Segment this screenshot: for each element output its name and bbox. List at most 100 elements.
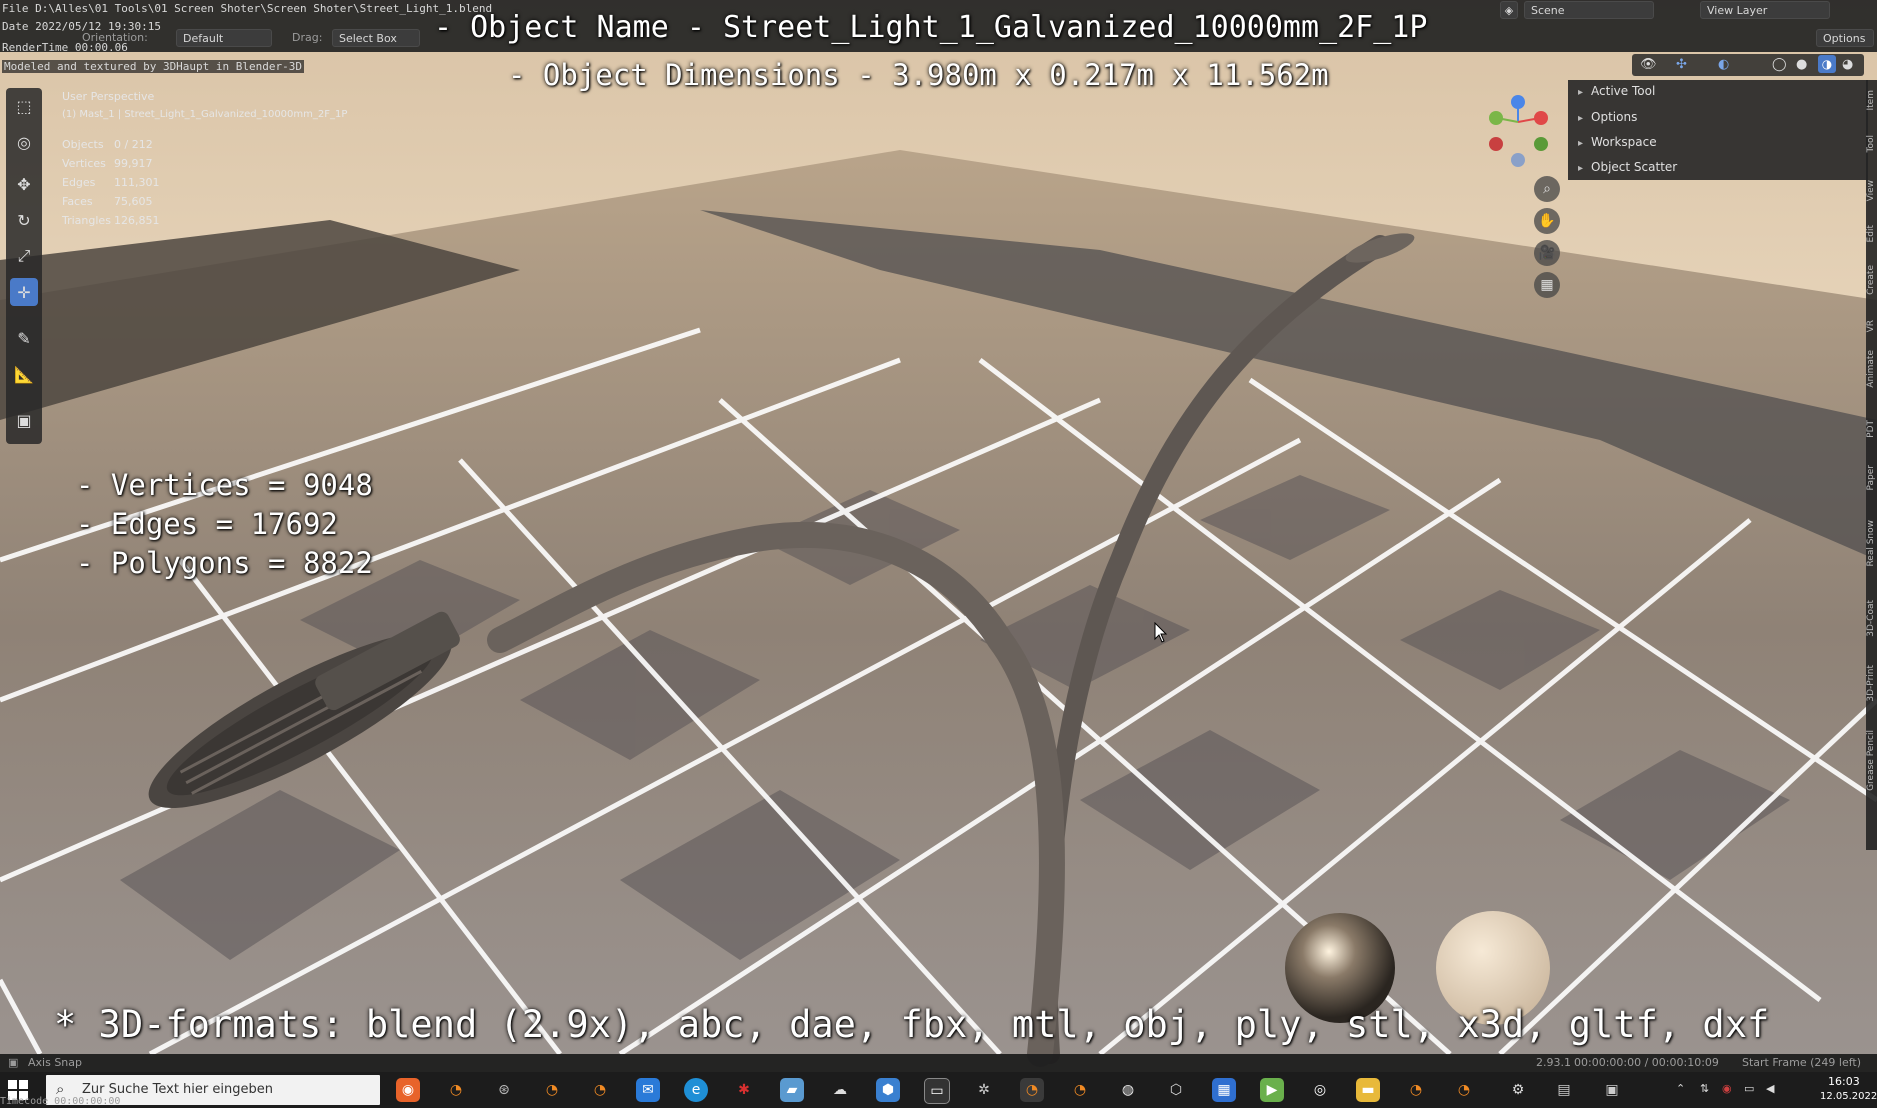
rendered-shading-icon[interactable]: ◕ xyxy=(1842,57,1853,72)
status-bar: ▣ Axis Snap 2.93.1 00:00:00:00 / 00:00:1… xyxy=(0,1054,1877,1072)
transform-tool-icon[interactable]: ✛ xyxy=(10,278,38,306)
app-panda-icon[interactable]: ◍ xyxy=(1116,1078,1140,1102)
version-label: 2.93.1 xyxy=(1536,1056,1571,1069)
view-layer-selector[interactable]: View Layer xyxy=(1700,1,1830,19)
terminal-icon[interactable]: ▭ xyxy=(924,1078,950,1104)
polygons-overlay: - Polygons = 8822 xyxy=(76,546,373,580)
sidebar-tabs: Item Tool View Edit Create VR Animate PD… xyxy=(1866,80,1877,850)
tab-real-snow[interactable]: Real Snow xyxy=(1866,520,1877,567)
tab-3d-print[interactable]: 3D-Print xyxy=(1866,665,1877,702)
scene-icon[interactable]: ◈ xyxy=(1500,1,1518,19)
panel-object-scatter[interactable]: Object Scatter xyxy=(1578,160,1677,174)
blender-icon[interactable]: ◔ xyxy=(444,1078,468,1102)
viewport-stats: User Perspective (1) Mast_1 | Street_Lig… xyxy=(62,90,347,233)
app-red-icon[interactable]: ✱ xyxy=(732,1078,756,1102)
settings-gear-icon[interactable]: ⚙ xyxy=(1506,1078,1530,1102)
edges-overlay: - Edges = 17692 xyxy=(76,507,338,541)
pan-hand-icon[interactable]: ✋ xyxy=(1534,208,1560,234)
folder-icon[interactable]: ▬ xyxy=(1356,1078,1380,1102)
wireframe-shading-icon[interactable]: ◯ xyxy=(1772,57,1787,72)
sidebar-n-panel: Active Tool Options Workspace Object Sca… xyxy=(1568,80,1868,180)
visibility-icon[interactable]: 👁 xyxy=(1640,57,1657,72)
camera-view-icon[interactable]: 🎥 xyxy=(1534,240,1560,266)
rotate-tool-icon[interactable]: ↻ xyxy=(10,206,38,234)
windows-taskbar: ⌕ Zur Suche Text hier eingeben Timecode … xyxy=(0,1072,1877,1108)
material-shading-icon[interactable]: ◑ xyxy=(1818,55,1836,73)
tab-grease-pencil[interactable]: Grease Pencil xyxy=(1866,730,1877,791)
tray-chevron-icon[interactable]: ⌃ xyxy=(1676,1082,1685,1095)
blender-icon-4[interactable]: ◔ xyxy=(1068,1078,1092,1102)
blender-icon-2[interactable]: ◔ xyxy=(540,1078,564,1102)
mail-icon[interactable]: ✉ xyxy=(636,1078,660,1102)
tab-tool[interactable]: Tool xyxy=(1866,135,1877,152)
tray-app-icon[interactable]: ◉ xyxy=(1722,1082,1732,1095)
viewport-shading-bar: 👁 ✣ ◐ ◯ ● ◑ ◕ xyxy=(1632,54,1864,76)
solid-shading-icon[interactable]: ● xyxy=(1796,57,1807,72)
tab-item[interactable]: Item xyxy=(1866,90,1877,111)
steam-icon[interactable]: ⊛ xyxy=(492,1078,516,1102)
overlay-toggle-icon[interactable]: ◐ xyxy=(1718,57,1729,72)
add-cube-tool-icon[interactable]: ▣ xyxy=(10,406,38,434)
obs-icon[interactable]: ◎ xyxy=(1308,1078,1332,1102)
clock-time: 16:03 xyxy=(1828,1075,1860,1088)
search-placeholder: Zur Suche Text hier eingeben xyxy=(82,1082,273,1097)
tray-network-icon[interactable]: ⇅ xyxy=(1700,1082,1709,1095)
stat-edges: Edges 111,301 xyxy=(62,176,160,189)
drag-dropdown[interactable]: Select Box xyxy=(332,29,420,47)
file-path: File D:\Alles\01 Tools\01 Screen Shoter\… xyxy=(2,2,493,15)
ortho-grid-icon[interactable]: ▦ xyxy=(1534,272,1560,298)
app-window-icon[interactable]: ▣ xyxy=(1600,1078,1624,1102)
blender-icon-5[interactable]: ◔ xyxy=(1404,1078,1428,1102)
app-cloud-icon[interactable]: ☁ xyxy=(828,1078,852,1102)
stat-objects: Objects 0 / 212 xyxy=(62,138,153,151)
tray-speaker-icon[interactable]: ◀ xyxy=(1766,1082,1774,1095)
scene-selector[interactable]: Scene xyxy=(1524,1,1654,19)
firefox-icon[interactable]: ◉ xyxy=(396,1078,420,1102)
tab-animate[interactable]: Animate xyxy=(1866,350,1877,388)
tray-battery-icon[interactable]: ▭ xyxy=(1744,1082,1754,1095)
perspective-label: User Perspective xyxy=(62,90,155,103)
edge-icon[interactable]: e xyxy=(684,1078,708,1102)
app-shield-icon[interactable]: ⬢ xyxy=(876,1078,900,1102)
axis-snap-label: Axis Snap xyxy=(28,1056,82,1069)
tab-edit[interactable]: Edit xyxy=(1866,225,1877,242)
blender-icon-6[interactable]: ◔ xyxy=(1452,1078,1476,1102)
panel-workspace[interactable]: Workspace xyxy=(1578,135,1657,149)
active-object-label: (1) Mast_1 | Street_Light_1_Galvanized_1… xyxy=(62,109,348,120)
blender-icon-3[interactable]: ◔ xyxy=(588,1078,612,1102)
tab-pdt[interactable]: PDT xyxy=(1866,420,1877,438)
tab-view[interactable]: View xyxy=(1866,180,1877,201)
app-blue-icon[interactable]: ▰ xyxy=(780,1078,804,1102)
tab-paper[interactable]: Paper xyxy=(1866,465,1877,491)
scale-tool-icon[interactable]: ⤢ xyxy=(10,242,38,270)
left-toolbar: ⬚ ◎ ✥ ↻ ⤢ ✛ ✎ 📐 ▣ xyxy=(6,88,42,444)
stat-faces: Faces 75,605 xyxy=(62,195,153,208)
options-button[interactable]: Options xyxy=(1816,29,1874,47)
cube-app-icon[interactable]: ⬡ xyxy=(1164,1078,1188,1102)
orientation-dropdown[interactable]: Default xyxy=(176,29,272,47)
panel-active-tool[interactable]: Active Tool xyxy=(1578,84,1655,98)
stat-triangles: Triangles 126,851 xyxy=(62,214,160,227)
mouse-cursor-icon xyxy=(1154,622,1168,643)
app-doc-icon[interactable]: ▤ xyxy=(1552,1078,1576,1102)
gizmo-toggle-icon[interactable]: ✣ xyxy=(1676,57,1687,72)
panel-options[interactable]: Options xyxy=(1578,110,1637,124)
select-tool-icon[interactable]: ⬚ xyxy=(10,92,38,120)
cursor-tool-icon[interactable]: ◎ xyxy=(10,128,38,156)
blender-active-icon[interactable]: ◔ xyxy=(1020,1078,1044,1102)
formats-overlay: * 3D-formats: blend (2.9x), abc, dae, fb… xyxy=(54,1003,1770,1046)
move-tool-icon[interactable]: ✥ xyxy=(10,170,38,198)
zoom-icon[interactable]: ⌕ xyxy=(1534,176,1560,202)
nvidia-icon[interactable]: ▶ xyxy=(1260,1078,1284,1102)
tab-3d-coat[interactable]: 3D-Coat xyxy=(1866,600,1877,637)
bottom-timecode: Timecode 00:00:00:00 xyxy=(0,1096,121,1107)
app-bug-icon[interactable]: ✲ xyxy=(972,1078,996,1102)
tab-vr[interactable]: VR xyxy=(1866,320,1877,332)
calendar-icon[interactable]: ▦ xyxy=(1212,1078,1236,1102)
tab-create[interactable]: Create xyxy=(1866,265,1877,295)
annotate-tool-icon[interactable]: ✎ xyxy=(10,324,38,352)
measure-tool-icon[interactable]: 📐 xyxy=(10,360,38,388)
clock-date: 12.05.2022 xyxy=(1820,1091,1877,1102)
axis-snap-icon: ▣ xyxy=(8,1056,19,1069)
timecode-label: 00:00:00:00 / 00:00:10:09 xyxy=(1574,1056,1719,1069)
